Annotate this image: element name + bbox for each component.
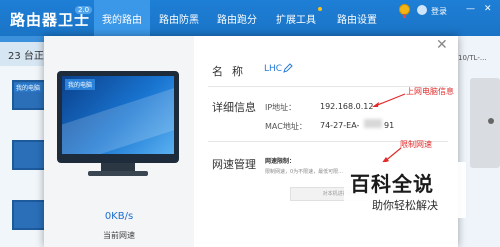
mac-redaction (364, 119, 382, 128)
speed-management-label: 网速管理 (212, 158, 256, 171)
annotation-pc-info: 上网电脑信息 (406, 87, 454, 96)
annotation-arrow-icon (372, 93, 406, 107)
monitor-base (88, 171, 148, 176)
current-speed-label: 当前网速 (103, 231, 135, 240)
tab-my-router[interactable]: 我的路由 (94, 0, 150, 36)
tab-extension-tools[interactable]: 扩展工具 (266, 0, 326, 36)
annotation-speed-limit: 限制网速 (400, 140, 432, 149)
tab-router-defense[interactable]: 路由防黑 (150, 0, 208, 36)
current-speed-value: 0KB/s (104, 211, 134, 222)
edit-icon[interactable] (283, 63, 293, 73)
window-close-button[interactable]: ✕ (484, 4, 492, 14)
name-label: 名称 (212, 65, 252, 78)
new-dot-icon (318, 7, 322, 11)
monitor-stand (101, 163, 135, 171)
speed-limit-title: 网速限制： (265, 158, 296, 165)
device-name: LHC (264, 64, 283, 74)
close-icon[interactable]: ✕ (436, 38, 448, 52)
mac-value: 74-27-EA- (320, 121, 360, 130)
medal-icon[interactable] (399, 4, 410, 18)
watermark-title: 百科全说 (350, 172, 434, 196)
speed-limit-description: 限制网速，0为不限速，最低可限... (265, 169, 343, 175)
mac-key: MAC地址： (265, 122, 307, 131)
computer-icon: 我的电脑 (57, 71, 179, 163)
detail-info-label: 详细信息 (212, 101, 256, 114)
watermark-subtitle: 助你轻松解决 (372, 199, 438, 212)
ip-value: 192.168.0.12 (320, 102, 374, 111)
tab-extension-tools-label: 扩展工具 (276, 15, 316, 26)
mac-tail: 91 (384, 121, 395, 130)
device-preview-pane: 我的电脑 0KB/s 当前网速 (44, 36, 194, 247)
login-link[interactable]: 登录 (431, 6, 447, 17)
router-model-text: 10/TL-... (458, 54, 487, 62)
device-thumbnail-label: 我的电脑 (14, 83, 43, 92)
ip-key: IP地址： (265, 103, 297, 112)
screen-label: 我的电脑 (65, 79, 96, 90)
device-count: 23 台正 (8, 51, 44, 62)
monitor-screen: 我的电脑 (62, 76, 174, 154)
minimize-button[interactable]: — (466, 4, 475, 14)
router-image (470, 78, 500, 168)
tab-router-settings[interactable]: 路由设置 (326, 0, 388, 36)
version-badge: 2.0 (75, 6, 93, 14)
tab-router-benchmark[interactable]: 路由跑分 (208, 0, 266, 36)
user-icon[interactable] (417, 5, 427, 15)
